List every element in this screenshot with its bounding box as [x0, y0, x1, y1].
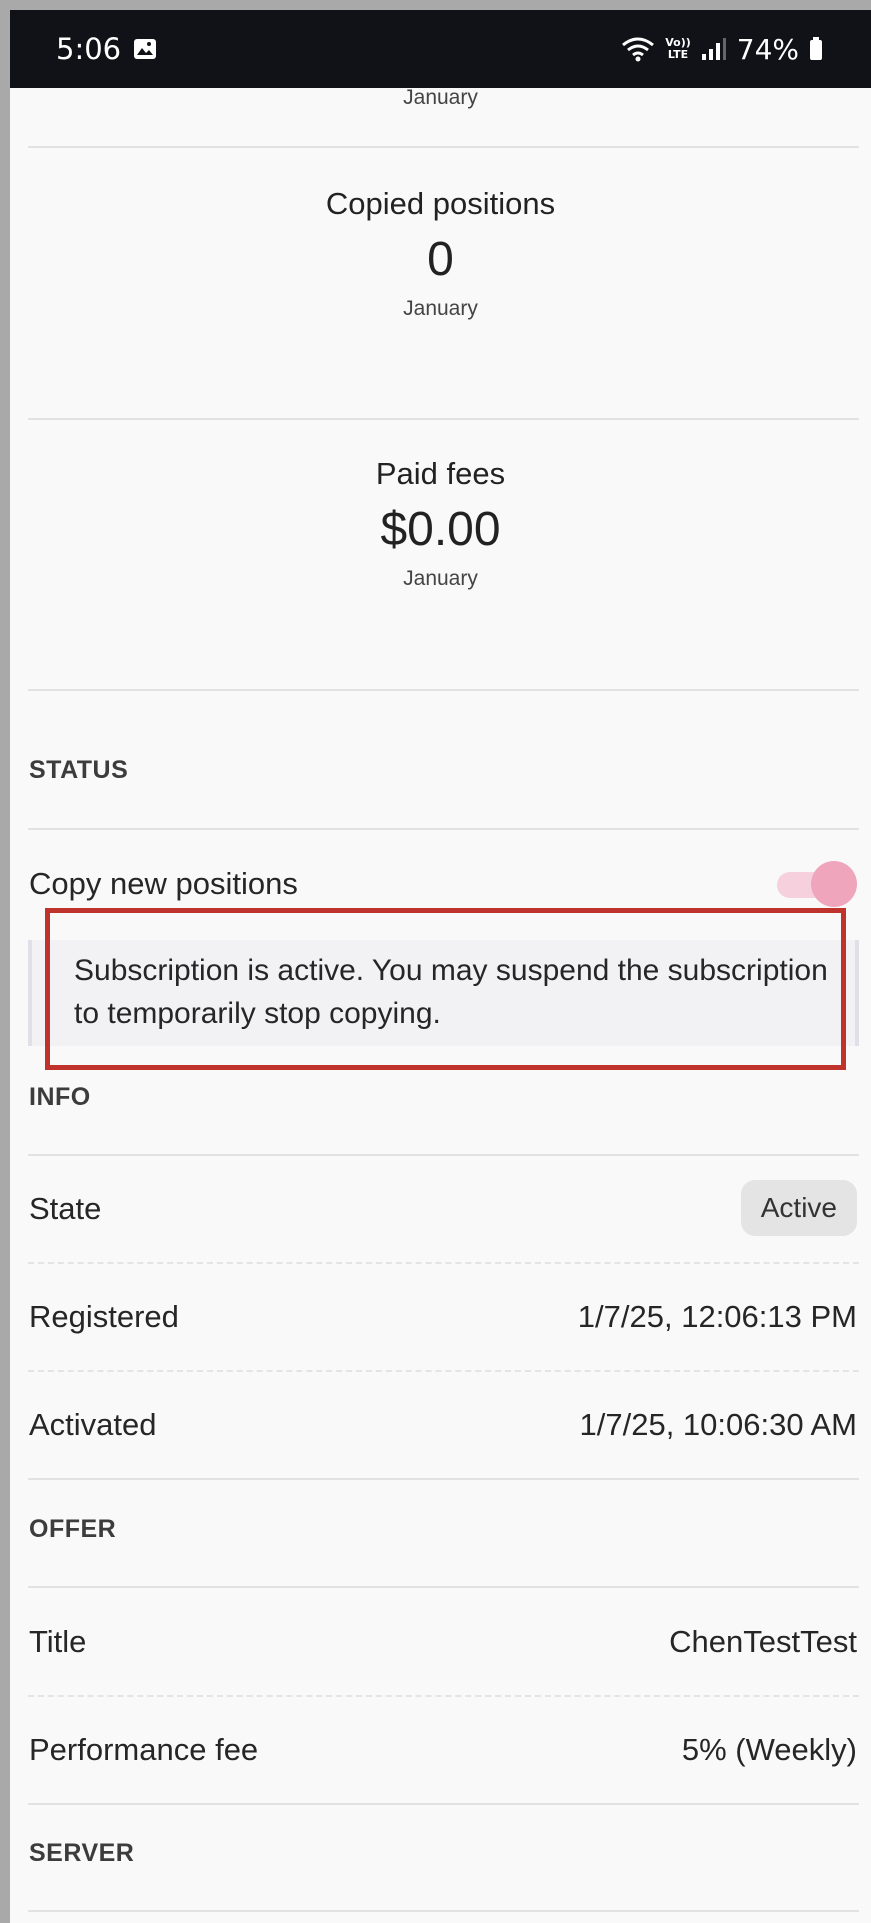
activated-label: Activated: [29, 1407, 157, 1442]
stat-block-paid-fees: Paid fees $0.00 January: [10, 456, 871, 591]
stat-period: January: [403, 567, 478, 590]
title-label: Title: [29, 1624, 87, 1659]
copy-new-positions-label: Copy new positions: [29, 866, 298, 901]
image-icon: [133, 37, 157, 61]
state-label: State: [29, 1191, 102, 1226]
section-heading-info: INFO: [29, 1083, 91, 1111]
stat-block-0: January: [10, 86, 871, 110]
status-badge: Active: [740, 1180, 857, 1236]
stat-label: Copied positions: [325, 186, 556, 221]
toggle-thumb: [811, 861, 857, 907]
divider: [28, 1262, 859, 1264]
divider: [28, 146, 859, 148]
section-heading-status: STATUS: [29, 756, 129, 784]
divider: [28, 828, 859, 830]
volte-icon: Vo)) LTE: [665, 36, 691, 61]
performance-fee-value: 5% (Weekly): [681, 1732, 857, 1767]
divider: [28, 1803, 859, 1805]
divider: [28, 1695, 859, 1697]
divider: [28, 1910, 859, 1912]
signal-icon: [701, 37, 727, 61]
section-heading-offer: OFFER: [29, 1515, 117, 1543]
battery-percent: 74%: [736, 32, 799, 66]
registered-value: 1/7/25, 12:06:13 PM: [577, 1299, 857, 1334]
stat-value: $0.00: [380, 503, 501, 556]
stat-period: January: [403, 86, 478, 109]
phone-screen: 5:06 Vo)) LTE 74% January Copied positio…: [10, 10, 871, 1923]
battery-icon: [809, 37, 823, 61]
stat-period: January: [403, 297, 478, 320]
performance-fee-label: Performance fee: [29, 1732, 259, 1767]
divider: [28, 418, 859, 420]
divider: [28, 1586, 859, 1588]
divider: [28, 1370, 859, 1372]
copy-new-positions-toggle[interactable]: [777, 861, 857, 907]
divider: [28, 1478, 859, 1480]
stat-block-copied-positions: Copied positions 0 January: [10, 186, 871, 321]
subscription-info-box: Subscription is active. You may suspend …: [28, 940, 859, 1046]
registered-label: Registered: [29, 1299, 179, 1334]
wifi-icon: [621, 36, 655, 62]
stat-value: 0: [427, 233, 454, 286]
stat-label: Paid fees: [375, 456, 506, 491]
subscription-info-text: Subscription is active. You may suspend …: [74, 954, 828, 1030]
status-time: 5:06: [56, 32, 122, 66]
activated-value: 1/7/25, 10:06:30 AM: [579, 1407, 858, 1442]
divider: [28, 1154, 859, 1156]
status-bar: 5:06 Vo)) LTE 74%: [10, 10, 871, 88]
section-heading-server: SERVER: [29, 1839, 135, 1867]
title-value: ChenTestTest: [669, 1624, 857, 1659]
divider: [28, 689, 859, 691]
